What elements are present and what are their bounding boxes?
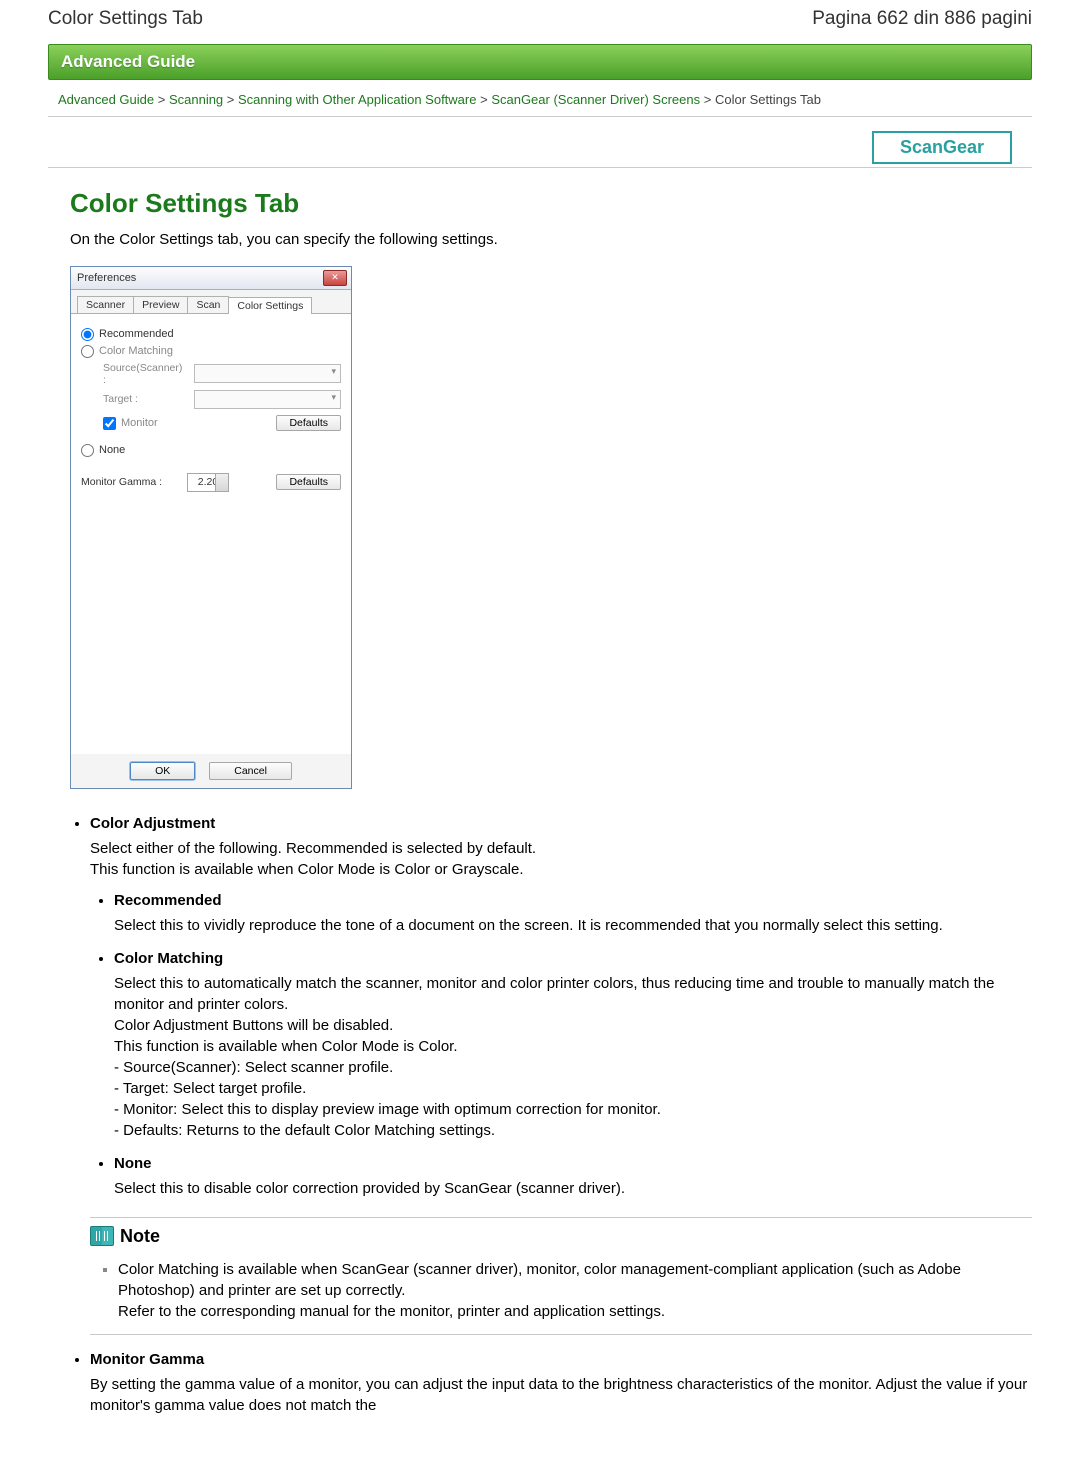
label-monitor-gamma: Monitor Gamma : [81, 476, 181, 488]
tab-row: Scanner Preview Scan Color Settings [71, 290, 351, 314]
ok-button[interactable]: OK [130, 762, 195, 780]
text-cm-2: This function is available when Color Mo… [114, 1036, 1032, 1057]
text-cm-5: - Monitor: Select this to display previe… [114, 1099, 1032, 1120]
pagination: Pagina 662 din 886 pagini [812, 8, 1032, 30]
dialog-title: Preferences [77, 272, 136, 284]
select-source-scanner[interactable] [194, 364, 341, 383]
tab-scan[interactable]: Scan [187, 296, 229, 313]
radio-none[interactable] [81, 444, 94, 457]
label-target: Target : [103, 393, 188, 405]
breadcrumb-sep: > [154, 92, 169, 107]
heading-color-matching-desc: Color Matching [114, 950, 223, 967]
cancel-button[interactable]: Cancel [209, 762, 292, 780]
text-cm-1: Color Adjustment Buttons will be disable… [114, 1015, 1032, 1036]
defaults-button-gamma[interactable]: Defaults [276, 474, 341, 490]
breadcrumb-link-1[interactable]: Scanning [169, 92, 223, 107]
text-cm-6: - Defaults: Returns to the default Color… [114, 1120, 1032, 1141]
text-none: Select this to disable color correction … [114, 1178, 1032, 1199]
breadcrumb-sep: > [480, 92, 491, 107]
text-recommended: Select this to vividly reproduce the ton… [114, 915, 1032, 936]
heading-recommended: Recommended [114, 892, 222, 909]
note-box: Note Color Matching is available when Sc… [90, 1217, 1032, 1335]
close-icon[interactable]: ✕ [323, 270, 347, 286]
dialog-titlebar[interactable]: Preferences ✕ [71, 267, 351, 290]
tab-scanner[interactable]: Scanner [77, 296, 134, 313]
note-line-2: Refer to the corresponding manual for th… [118, 1301, 1032, 1322]
text-color-adjustment-1: Select either of the following. Recommen… [90, 838, 1032, 859]
breadcrumb-current: Color Settings Tab [715, 92, 821, 107]
breadcrumb-link-3[interactable]: ScanGear (Scanner Driver) Screens [491, 92, 700, 107]
select-target[interactable] [194, 390, 341, 409]
label-color-matching: Color Matching [99, 345, 173, 357]
breadcrumb-sep: > [700, 92, 715, 107]
monitor-gamma-stepper[interactable]: 2.20 [187, 473, 229, 492]
intro-text: On the Color Settings tab, you can speci… [70, 231, 1080, 248]
tab-color-settings[interactable]: Color Settings [228, 297, 312, 314]
preferences-dialog: Preferences ✕ Scanner Preview Scan Color… [70, 266, 352, 789]
text-cm-0: Select this to automatically match the s… [114, 973, 1032, 1015]
note-line-1: Color Matching is available when ScanGea… [118, 1259, 1032, 1301]
guide-bar: Advanced Guide [48, 44, 1032, 80]
label-monitor: Monitor [121, 417, 158, 429]
text-cm-3: - Source(Scanner): Select scanner profil… [114, 1057, 1032, 1078]
scangear-badge: ScanGear [872, 131, 1012, 164]
defaults-button-color-matching[interactable]: Defaults [276, 415, 341, 431]
checkbox-monitor[interactable] [103, 417, 116, 430]
label-source: Source(Scanner) : [103, 362, 188, 386]
text-monitor-gamma: By setting the gamma value of a monitor,… [90, 1374, 1032, 1416]
heading-none-desc: None [114, 1155, 152, 1172]
note-icon [90, 1226, 114, 1246]
radio-color-matching[interactable] [81, 345, 94, 358]
breadcrumb-link-0[interactable]: Advanced Guide [58, 92, 154, 107]
tab-preview[interactable]: Preview [133, 296, 188, 313]
label-recommended: Recommended [99, 328, 174, 340]
heading-monitor-gamma: Monitor Gamma [90, 1351, 204, 1368]
breadcrumb-link-2[interactable]: Scanning with Other Application Software [238, 92, 476, 107]
text-color-adjustment-2: This function is available when Color Mo… [90, 859, 1032, 880]
page-title-top: Color Settings Tab [48, 8, 203, 30]
radio-recommended[interactable] [81, 328, 94, 341]
text-cm-4: - Target: Select target profile. [114, 1078, 1032, 1099]
breadcrumb: Advanced Guide > Scanning > Scanning wit… [48, 84, 1032, 117]
main-heading: Color Settings Tab [70, 188, 1080, 219]
note-heading: Note [120, 1224, 160, 1249]
heading-color-adjustment: Color Adjustment [90, 815, 215, 832]
breadcrumb-sep: > [223, 92, 238, 107]
label-none: None [99, 444, 125, 456]
